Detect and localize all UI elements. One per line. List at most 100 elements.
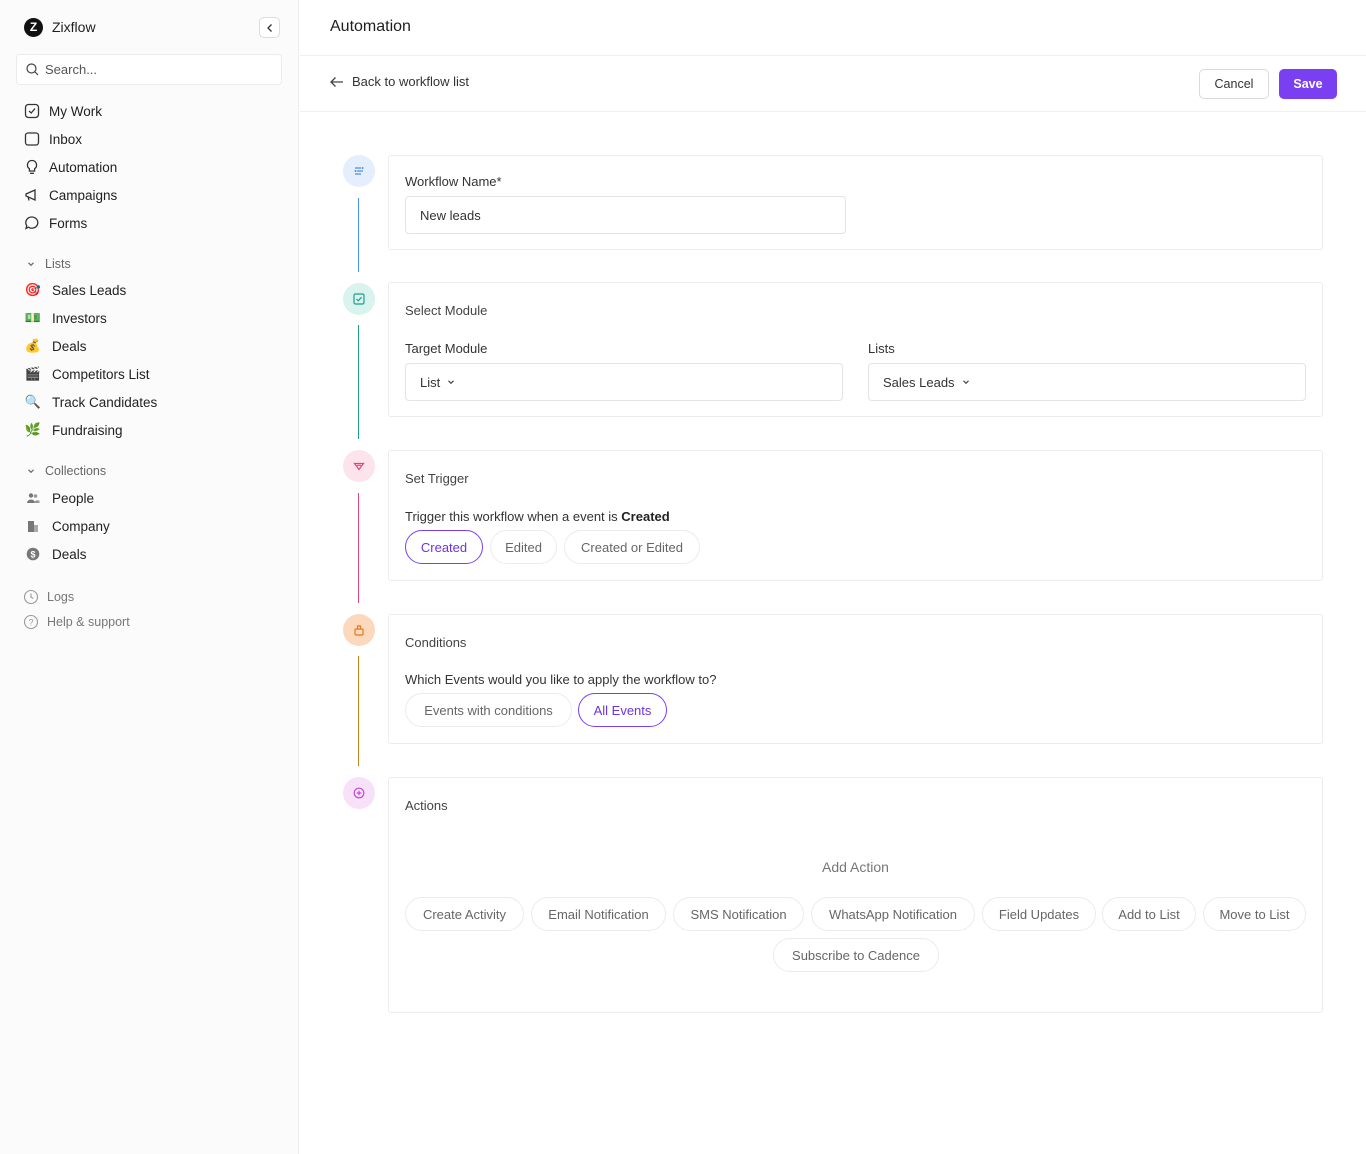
nav-item-forms[interactable]: Forms [23,213,87,233]
collapse-sidebar-button[interactable] [259,17,280,38]
list-item-fundraising[interactable]: 🌿 Fundraising [24,420,123,440]
nav-item-inbox[interactable]: Inbox [23,129,82,149]
megaphone-icon [23,187,40,204]
checkbox-icon [23,103,40,120]
help-link[interactable]: ? Help & support [23,613,130,631]
action-create-activity[interactable]: Create Activity [405,897,524,931]
clock-icon [23,589,39,605]
list-label: Fundraising [52,422,123,438]
lists-label: Lists [868,341,895,356]
workflow-name-value: New leads [420,207,481,223]
list-label: Deals [52,338,87,354]
list-label: Sales Leads [52,282,127,298]
arrow-left-icon [329,76,344,88]
action-move-to-list[interactable]: Move to List [1203,897,1306,931]
step-select-module-marker [343,283,375,315]
clapper-icon: 🎬 [24,366,42,381]
lists-section-toggle[interactable]: Lists [26,256,71,272]
action-subscribe-to-cadence[interactable]: Subscribe to Cadence [773,938,939,972]
bulb-icon [23,159,40,176]
list-label: Track Candidates [52,394,158,410]
timeline-connector [358,493,359,603]
page-title: Automation [330,18,411,35]
chevron-down-icon [26,466,36,476]
timeline-connector [358,656,359,766]
nav-label: Campaigns [49,187,118,203]
collection-label: Company [52,518,110,534]
action-bar: Back to workflow list Cancel Save [300,56,1366,112]
action-whatsapp-notification[interactable]: WhatsApp Notification [811,897,975,931]
timeline-connector [358,198,359,272]
action-add-to-list[interactable]: Add to List [1102,897,1196,931]
select-module-card: Select Module Target Module List Lists S… [388,282,1323,417]
trigger-option-created-or-edited[interactable]: Created or Edited [564,530,700,564]
chevron-down-icon [961,377,971,387]
list-label: Competitors List [52,366,150,382]
brand[interactable]: Z Zixflow [24,17,96,37]
conditions-question: Which Events would you like to apply the… [405,672,717,687]
workflow-name-label: Workflow Name* [405,174,502,189]
conditions-title: Conditions [405,635,467,650]
step-set-trigger-marker [343,450,375,482]
trigger-icon [353,462,365,471]
collection-item-deals[interactable]: $ Deals [24,544,87,564]
list-item-investors[interactable]: 💵 Investors [24,308,107,328]
collections-section-toggle[interactable]: Collections [26,463,106,479]
trigger-option-created[interactable]: Created [405,530,483,564]
target-module-value: List [420,374,441,390]
condition-option-all-events[interactable]: All Events [578,693,667,727]
list-item-deals[interactable]: 💰 Deals [24,336,87,356]
money-bag-icon: 💰 [24,338,42,353]
action-field-updates[interactable]: Field Updates [982,897,1096,931]
people-icon [24,489,42,507]
list-label: Investors [52,310,107,326]
add-circle-icon [353,787,365,799]
target-module-select[interactable]: List [405,363,843,401]
timeline-connector [358,325,359,439]
set-trigger-title: Set Trigger [405,471,469,486]
lists-heading: Lists [45,257,71,271]
list-item-track-candidates[interactable]: 🔍 Track Candidates [24,392,157,412]
search-box[interactable] [16,54,282,85]
back-label: Back to workflow list [352,74,470,89]
collection-label: People [52,490,95,506]
help-label: Help & support [47,615,130,629]
step-workflow-name-marker [343,155,375,187]
actions-card: Actions Add Action Create Activity Email… [388,777,1323,1013]
nav-label: Automation [49,159,118,175]
action-email-notification[interactable]: Email Notification [531,897,666,931]
trigger-description: Trigger this workflow when a event is Cr… [405,509,670,524]
nav-item-automation[interactable]: Automation [23,157,117,177]
trigger-option-edited[interactable]: Edited [490,530,557,564]
nav-item-campaigns[interactable]: Campaigns [23,185,117,205]
search-icon [26,63,39,76]
collection-label: Deals [52,546,87,562]
target-module-label: Target Module [405,341,488,356]
back-to-workflow-list-link[interactable]: Back to workflow list [329,74,469,89]
collection-item-people[interactable]: People [24,488,94,508]
nav-label: Forms [49,215,88,231]
conditions-icon [354,625,364,636]
save-button[interactable]: Save [1279,69,1337,99]
lists-select[interactable]: Sales Leads [868,363,1306,401]
collection-item-company[interactable]: Company [24,516,110,536]
list-item-competitors-list[interactable]: 🎬 Competitors List [24,364,150,384]
svg-text:?: ? [28,617,33,627]
logs-label: Logs [47,590,75,604]
list-item-sales-leads[interactable]: 🎯 Sales Leads [24,280,126,300]
module-check-icon [353,293,365,305]
nav-item-my-work[interactable]: My Work [23,101,102,121]
svg-text:$: $ [30,549,35,559]
workflow-name-input[interactable]: New leads [405,196,846,234]
leaf-icon: 🌿 [24,422,42,437]
condition-option-events-with-conditions[interactable]: Events with conditions [405,693,572,727]
logs-link[interactable]: Logs [23,588,74,606]
target-icon: 🎯 [24,282,42,297]
inbox-icon [23,131,40,148]
cancel-button[interactable]: Cancel [1199,69,1269,99]
magnifier-icon: 🔍 [24,394,42,409]
chat-icon [23,215,40,232]
search-input[interactable] [45,62,265,77]
workflow-name-card: Workflow Name* New leads [388,155,1323,250]
action-sms-notification[interactable]: SMS Notification [673,897,804,931]
